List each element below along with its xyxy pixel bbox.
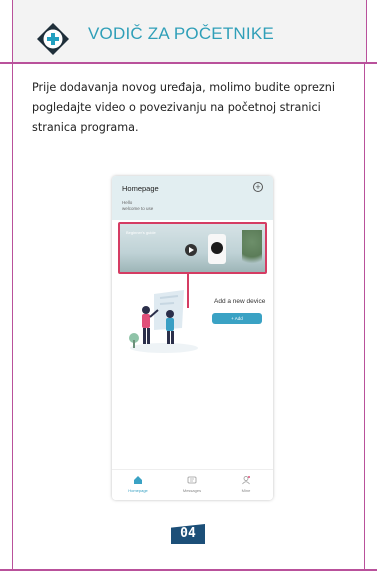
people-illustration-icon xyxy=(129,290,198,353)
frame-right-border xyxy=(364,62,365,570)
phone-greeting: Hello xyxy=(122,200,133,205)
plus-badge-icon xyxy=(37,23,69,55)
page-number: 04 xyxy=(171,524,205,544)
guide-video-card: Beginner's guide xyxy=(118,222,267,274)
add-device-text: Add a new device xyxy=(214,298,266,305)
page-title: VODIČ ZA POČETNIKE xyxy=(88,24,274,43)
phone-tab-bar: Homepage Messages Mine xyxy=(112,469,273,500)
phone-title: Homepage xyxy=(122,184,159,193)
phone-screenshot: Homepage + Hello welcome to use Beginner… xyxy=(112,176,273,500)
video-label: Beginner's guide xyxy=(126,230,156,235)
play-icon xyxy=(185,244,197,256)
tab-mine-label: Mine xyxy=(241,488,251,493)
tab-messages[interactable]: Messages xyxy=(172,475,212,493)
tab-homepage[interactable]: Homepage xyxy=(118,475,158,493)
home-icon xyxy=(134,476,142,484)
plant-image xyxy=(242,230,262,270)
camera-image xyxy=(208,234,226,264)
phone-header xyxy=(112,176,273,220)
tab-mine[interactable]: Mine xyxy=(226,475,266,493)
message-icon xyxy=(187,476,197,484)
phone-welcome: welcome to use xyxy=(122,206,154,211)
tab-homepage-label: Homepage xyxy=(128,488,148,493)
plus-circle-icon: + xyxy=(253,182,263,192)
manual-page: VODIČ ZA POČETNIKE Prije dodavanja novog… xyxy=(0,0,377,583)
intro-paragraph: Prije dodavanja novog uređaja, molimo bu… xyxy=(32,81,335,134)
profile-icon xyxy=(242,476,250,485)
footer-divider xyxy=(0,569,377,571)
add-device-button[interactable]: + Add xyxy=(212,313,262,324)
header-divider xyxy=(0,62,377,64)
tab-messages-label: Messages xyxy=(182,488,202,493)
frame-left-border xyxy=(12,62,13,570)
